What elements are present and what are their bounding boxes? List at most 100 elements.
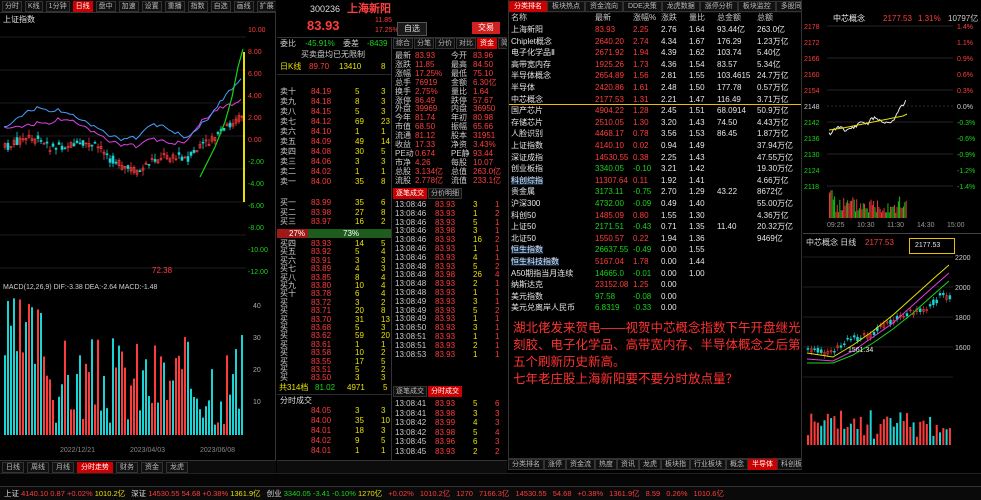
sector-bottom-tab[interactable]: 半导体 bbox=[748, 459, 777, 470]
sector-row[interactable]: 半导体 2420.86 1.61 2.48 1.50 177.78 0.57万亿 bbox=[509, 84, 801, 94]
sector-row[interactable]: 存储芯片 2510.05 1.30 3.20 1.43 74.50 4.43万亿 bbox=[509, 118, 801, 129]
sector-row[interactable]: 国产芯片 4904.22 1.28 2.45 1.51 68.0914 50.9万亿 bbox=[509, 107, 801, 117]
status-index[interactable]: 上证 4140.10 0.87 +0.02% 1010.2亿 bbox=[4, 490, 125, 498]
mini-intraday-panel[interactable]: 中芯概念 2177.53 1.31% 10797亿 2178 2172 2166 21… bbox=[803, 12, 981, 234]
toolbar-tab[interactable]: 日线 bbox=[72, 0, 93, 12]
sector-row[interactable]: 纳斯达克 23152.08 1.25 0.00 bbox=[509, 281, 801, 291]
sector-row[interactable]: A50期指当月连续 14665.0 -0.01 0.00 1.00 bbox=[509, 269, 801, 280]
sector-row[interactable]: Chiplet概念 2640.20 2.74 4.34 1.67 176.29 1.23万亿 bbox=[509, 37, 801, 48]
sector-row[interactable]: 半导体概念 2654.89 1.56 2.81 1.55 103.4615 24.7万亿 bbox=[509, 72, 801, 82]
sector-row[interactable]: 人脸识别 4468.17 0.78 3.56 1.53 86.45 1.87万亿 bbox=[509, 130, 801, 140]
sector-row[interactable]: 恒生指数 26637.55 -0.49 0.00 1.55 bbox=[509, 246, 801, 256]
sector-row[interactable]: 恒生科技指数 5167.04 1.78 0.00 1.44 bbox=[509, 258, 801, 268]
sector-row[interactable]: 沪深300 4732.00 -0.09 0.49 1.40 55.00万亿 bbox=[509, 200, 801, 210]
sector-col-header[interactable]: 总金额 bbox=[717, 14, 741, 22]
mini-intraday-chart[interactable] bbox=[803, 12, 981, 234]
sector-bottom-tab[interactable]: 资讯 bbox=[617, 459, 639, 470]
toolbar-tab[interactable]: 重播 bbox=[164, 0, 185, 12]
bottom-tab[interactable]: 财务 bbox=[116, 461, 138, 473]
sub-list-header[interactable]: 分时成交 bbox=[280, 397, 312, 405]
tab[interactable]: 分时成交 bbox=[428, 386, 462, 397]
sector-bottom-tab[interactable]: 热度 bbox=[595, 459, 617, 470]
sector-bottom-tab[interactable]: 概念 bbox=[726, 459, 748, 470]
sector-tab[interactable]: DDE决策 bbox=[623, 1, 662, 12]
sector-row[interactable]: 贵金属 3173.11 -0.75 2.70 1.29 43.22 8672亿 bbox=[509, 188, 801, 198]
tab[interactable]: 简况 bbox=[498, 38, 507, 49]
tab[interactable]: 逐笔成交 bbox=[393, 188, 427, 199]
toolbar-tab[interactable]: 扩展 bbox=[256, 0, 276, 12]
sector-bottom-tab[interactable]: 分类排名 bbox=[508, 459, 544, 470]
sector-col-header[interactable]: 名称 bbox=[511, 14, 527, 22]
toolbar-tab[interactable]: 盘中 bbox=[95, 0, 116, 12]
sector-tab[interactable]: 板块热点 bbox=[547, 1, 585, 12]
tab[interactable]: 逐笔成交 bbox=[393, 386, 427, 397]
sector-row[interactable]: 电子化学品Ⅱ 2671.92 1.94 4.39 1.62 103.74 5.40亿 bbox=[509, 49, 801, 59]
bottom-tab[interactable]: 龙虎 bbox=[166, 461, 188, 473]
bottom-tab[interactable]: 日线 bbox=[2, 461, 24, 473]
mini-kline-panel[interactable]: 中芯概念 日线 2177.53 2177.53 1561.34 2200 2000… bbox=[803, 235, 981, 460]
toolbar-tab[interactable]: K线 bbox=[25, 0, 43, 12]
sector-row[interactable]: 创业板指 3340.05 -0.10 3.21 1.42 19.30万亿 bbox=[509, 165, 801, 175]
sector-col-header[interactable]: 涨跌 bbox=[661, 14, 677, 22]
tab[interactable]: 综合 bbox=[393, 38, 413, 49]
sector-row[interactable]: 上证50 2171.51 -0.43 0.71 1.35 11.40 20.32万亿 bbox=[509, 223, 801, 233]
sector-tab[interactable]: 分类排名 bbox=[509, 1, 547, 12]
sector-bottom-tab[interactable]: 资金流 bbox=[566, 459, 595, 470]
toolbar-tab[interactable]: 分时 bbox=[2, 0, 22, 12]
add-watchlist-button[interactable]: 自选 bbox=[397, 22, 427, 36]
tab[interactable]: 分价明细 bbox=[428, 188, 462, 199]
sector-bottom-tab[interactable]: 涨停 bbox=[544, 459, 566, 470]
sector-col-header[interactable]: 量比 bbox=[689, 14, 705, 22]
order-level[interactable]: 84.02 9 5 bbox=[277, 437, 391, 447]
sector-row[interactable]: 北证50 1550.57 0.22 1.94 1.36 9469亿 bbox=[509, 234, 801, 245]
sector-bottom-tab[interactable]: 龙虎 bbox=[639, 459, 661, 470]
status-index[interactable]: 创业 3340.05 -3.41 -0.10% 1270亿 bbox=[267, 490, 383, 498]
sector-row[interactable]: 美元指数 97.58 -0.08 0.00 bbox=[509, 292, 801, 303]
toolbar-tab[interactable]: 自选 bbox=[210, 0, 231, 12]
toolbar-tab[interactable]: 指数 bbox=[187, 0, 208, 12]
sector-tab[interactable]: 资金流向 bbox=[585, 1, 623, 12]
kline-panel[interactable]: 上证指数 10.00 8.00 6.00 4.00 2.00 0.00 -2.00 -4.00… bbox=[0, 13, 276, 460]
order-level[interactable]: 84.01 1 1 bbox=[277, 447, 391, 457]
sector-row[interactable]: 美元兑离岸人民币 6.8319 -0.33 0.00 bbox=[509, 304, 801, 314]
status-index[interactable]: 深证 14530.55 54.68 +0.38% 1361.9亿 bbox=[131, 490, 261, 498]
sector-row[interactable]: 科创50 1485.09 0.80 1.55 1.30 4.36万亿 bbox=[509, 211, 801, 222]
trade-button[interactable]: 交易 bbox=[472, 22, 500, 34]
tab[interactable]: 分价 bbox=[435, 38, 455, 49]
order-level[interactable]: 卖一 84.00 35 8 bbox=[277, 178, 391, 188]
kline-chart[interactable] bbox=[0, 27, 276, 297]
order-level[interactable]: 84.05 3 3 bbox=[277, 407, 391, 417]
sector-tab[interactable]: 板块监控 bbox=[737, 1, 776, 12]
tab[interactable]: 对比 bbox=[456, 38, 476, 49]
sector-col-header[interactable]: 涨幅% bbox=[633, 14, 656, 22]
sector-tab[interactable]: 龙虎数据 bbox=[661, 1, 700, 12]
sector-bottom-tab[interactable]: 行业板块 bbox=[690, 459, 726, 470]
toolbar-tab[interactable]: 加速 bbox=[118, 0, 139, 12]
sector-row[interactable]: 中芯概念 2177.53 1.31 2.21 1.47 116.49 3.71万亿 bbox=[509, 95, 801, 106]
tab[interactable]: 资金 bbox=[477, 38, 497, 49]
toolbar-tab[interactable]: 设置 bbox=[141, 0, 162, 12]
sector-bottom-tab[interactable]: 科创板 bbox=[777, 459, 802, 470]
sector-row[interactable]: 上证指数 4140.10 0.02 0.94 1.49 37.94万亿 bbox=[509, 142, 801, 152]
bottom-tab[interactable]: 资金 bbox=[141, 461, 163, 473]
order-level[interactable]: 84.01 18 3 bbox=[277, 427, 391, 437]
sector-row[interactable]: 高带宽内存 1925.26 1.73 4.36 1.54 83.57 5.34亿 bbox=[509, 60, 801, 71]
toolbar-tab[interactable]: 画线 bbox=[233, 0, 254, 12]
tab[interactable]: 分笔 bbox=[414, 38, 434, 49]
sector-row[interactable]: 上海新阳 83.93 2.25 2.76 1.64 93.44亿 263.0亿 bbox=[509, 26, 801, 36]
mini-vol-bar bbox=[842, 210, 843, 218]
toolbar-tab[interactable]: 1分钟 bbox=[45, 0, 70, 12]
order-level[interactable]: 买三 83.97 16 2 bbox=[277, 218, 391, 228]
sector-row[interactable]: 科创综指 11307.64 0.11 1.92 1.41 4.66万亿 bbox=[509, 176, 801, 187]
bottom-tab[interactable]: 月线 bbox=[52, 461, 74, 473]
sector-col-header[interactable]: 最新 bbox=[595, 14, 611, 22]
sector-tab[interactable]: 多股同列 bbox=[775, 1, 801, 12]
sector-bottom-tab[interactable]: 板块指 bbox=[661, 459, 690, 470]
sector-tab[interactable]: 涨停分析 bbox=[699, 1, 738, 12]
sector-row[interactable]: 深证成指 14530.55 0.38 2.25 1.43 47.55万亿 bbox=[509, 153, 801, 164]
bottom-tab[interactable]: 周线 bbox=[27, 461, 49, 473]
order-level[interactable]: 84.00 35 10 bbox=[277, 417, 391, 427]
tick-price: 83.98 bbox=[435, 270, 456, 280]
bottom-tab[interactable]: 分时走势 bbox=[77, 461, 113, 473]
sector-col-header[interactable]: 总额 bbox=[757, 14, 773, 22]
